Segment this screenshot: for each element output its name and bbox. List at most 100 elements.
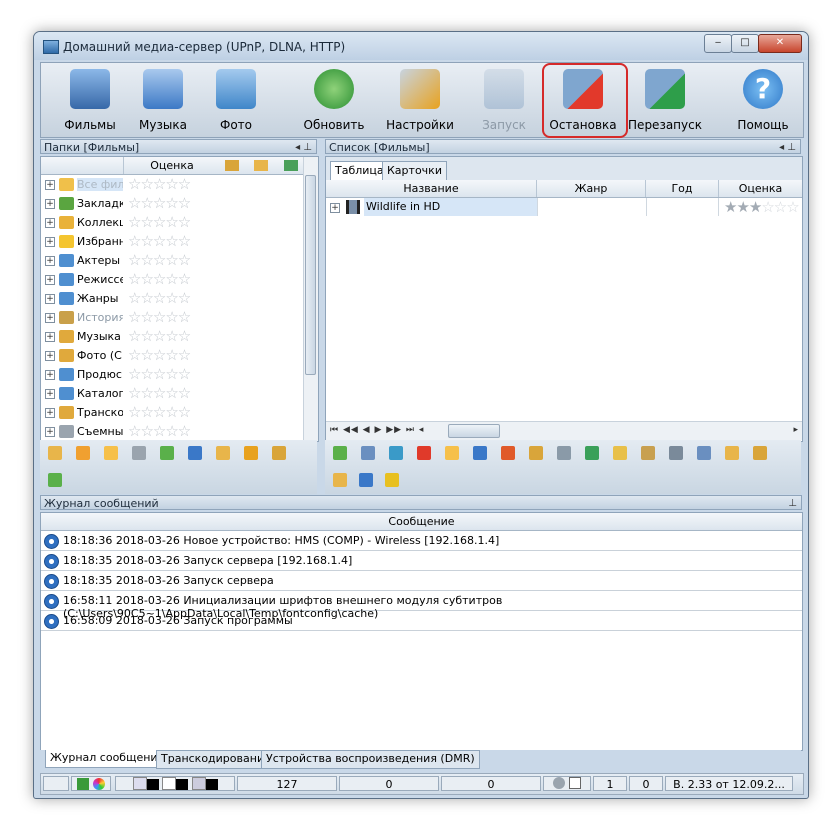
folder-tool-icon[interactable] bbox=[132, 446, 146, 460]
start-button[interactable]: Запуск bbox=[469, 63, 539, 135]
folder-tool-icon[interactable] bbox=[76, 446, 90, 460]
tree-item[interactable]: + Музыка ☆☆☆☆☆ bbox=[41, 327, 318, 346]
tree-item[interactable]: + Актеры ☆☆☆☆☆ bbox=[41, 251, 318, 270]
rating-stars[interactable]: ☆☆☆☆☆ bbox=[128, 347, 191, 364]
log-pin-icon[interactable]: ⊥ bbox=[788, 496, 797, 511]
list-tool-icon[interactable] bbox=[529, 446, 543, 460]
save-icon[interactable] bbox=[359, 473, 373, 487]
record-navigator[interactable]: ⏮ ◀◀ ◀ ▶ ▶▶ ⏭ ◂ bbox=[330, 425, 424, 435]
folder-tool-icon[interactable] bbox=[48, 446, 62, 460]
rating-stars[interactable]: ☆☆☆☆☆ bbox=[128, 404, 191, 421]
list-tool-icon[interactable] bbox=[585, 446, 599, 460]
tree-item[interactable]: + Съемны ☆☆☆☆☆ bbox=[41, 422, 318, 441]
tree-item[interactable]: + Транско ☆☆☆☆☆ bbox=[41, 403, 318, 422]
sort-tool-icon[interactable] bbox=[333, 473, 347, 487]
maximize-button[interactable]: □ bbox=[731, 34, 759, 53]
expand-icon[interactable]: + bbox=[45, 427, 55, 437]
folders-vertical-scrollbar[interactable] bbox=[303, 157, 318, 441]
list-tool-icon[interactable] bbox=[753, 446, 767, 460]
restart-button[interactable]: Перезапуск bbox=[625, 63, 705, 135]
list-tool-icon[interactable] bbox=[641, 446, 655, 460]
tree-item[interactable]: + Фото (С ☆☆☆☆☆ bbox=[41, 346, 318, 365]
folder-tool-icon[interactable] bbox=[216, 446, 230, 460]
photo-button[interactable]: Фото bbox=[201, 63, 271, 135]
expand-icon[interactable]: + bbox=[45, 218, 55, 228]
tree-item[interactable]: + Продюс ☆☆☆☆☆ bbox=[41, 365, 318, 384]
expand-icon[interactable]: + bbox=[45, 275, 55, 285]
expand-icon[interactable]: + bbox=[45, 370, 55, 380]
tree-item[interactable]: + Все фил ☆☆☆☆☆ bbox=[41, 175, 318, 194]
folder-tool-icon[interactable] bbox=[188, 446, 202, 460]
tree-item[interactable]: + Жанры ☆☆☆☆☆ bbox=[41, 289, 318, 308]
expand-icon[interactable]: + bbox=[45, 351, 55, 361]
list-pin-icon[interactable]: ◂ ⊥ bbox=[779, 140, 796, 155]
rating-stars[interactable]: ☆☆☆☆☆ bbox=[128, 233, 191, 250]
movie-rating-stars[interactable]: ★★★☆☆☆ bbox=[724, 198, 800, 216]
rating-stars[interactable]: ☆☆☆☆☆ bbox=[128, 271, 191, 288]
list-tool-icon[interactable] bbox=[361, 446, 375, 460]
list-tool-icon[interactable] bbox=[697, 446, 711, 460]
folder-tool-icon[interactable] bbox=[160, 446, 174, 460]
rating-stars[interactable]: ☆☆☆☆☆ bbox=[128, 214, 191, 231]
expand-icon[interactable]: + bbox=[45, 294, 55, 304]
column-genre[interactable]: Жанр bbox=[537, 182, 645, 195]
palm-icon[interactable] bbox=[48, 473, 62, 487]
expand-icon[interactable]: + bbox=[45, 313, 55, 323]
rating-stars[interactable]: ☆☆☆☆☆ bbox=[128, 252, 191, 269]
tree-item[interactable]: + Избранн ☆☆☆☆☆ bbox=[41, 232, 318, 251]
log-row[interactable]: 18:18:35 2018-03-26 Запуск сервера [192.… bbox=[41, 551, 802, 571]
list-scroll-thumb[interactable] bbox=[448, 424, 500, 438]
minimize-button[interactable]: ‒ bbox=[704, 34, 732, 53]
list-tool-icon[interactable] bbox=[445, 446, 459, 460]
title-bar[interactable]: Домашний медиа-сервер (UPnP, DLNA, HTTP)… bbox=[34, 32, 808, 60]
tree-item[interactable]: + Режиссе ☆☆☆☆☆ bbox=[41, 270, 318, 289]
status-icons[interactable] bbox=[71, 776, 111, 791]
rating-stars[interactable]: ☆☆☆☆☆ bbox=[128, 176, 191, 193]
folder-tool-icon[interactable] bbox=[272, 446, 286, 460]
column-year[interactable]: Год bbox=[646, 182, 718, 195]
expand-icon[interactable]: + bbox=[45, 199, 55, 209]
expand-icon[interactable]: + bbox=[45, 180, 55, 190]
folder-tool-icon[interactable] bbox=[104, 446, 118, 460]
rating-stars[interactable]: ☆☆☆☆☆ bbox=[128, 290, 191, 307]
log-row[interactable]: 16:58:11 2018-03-26 Инициализации шрифто… bbox=[41, 591, 802, 620]
help-button[interactable]: ? Помощь bbox=[723, 63, 803, 135]
column-name[interactable]: Название bbox=[326, 182, 536, 195]
list-tool-icon[interactable] bbox=[333, 446, 347, 460]
tree-item[interactable]: + Закладк ☆☆☆☆☆ bbox=[41, 194, 318, 213]
expand-icon[interactable]: + bbox=[45, 389, 55, 399]
expand-icon[interactable]: + bbox=[45, 408, 55, 418]
folders-pin-icon[interactable]: ◂ ⊥ bbox=[295, 140, 312, 155]
expand-icon[interactable]: + bbox=[330, 203, 340, 213]
tab-cards[interactable]: Карточки bbox=[382, 161, 447, 180]
rating-column-header[interactable]: Оценка bbox=[124, 159, 220, 172]
tree-item[interactable]: + Коллекц ☆☆☆☆☆ bbox=[41, 213, 318, 232]
table-row[interactable]: + Wildlife in HD ★★★☆☆☆ bbox=[326, 198, 802, 217]
list-tool-icon[interactable] bbox=[389, 446, 403, 460]
tab-table[interactable]: Таблица bbox=[330, 161, 389, 180]
sort-icon[interactable] bbox=[225, 160, 239, 171]
key-icon[interactable] bbox=[254, 160, 268, 171]
rating-stars[interactable]: ☆☆☆☆☆ bbox=[128, 195, 191, 212]
movies-button[interactable]: Фильмы bbox=[55, 63, 125, 135]
refresh-button[interactable]: Обновить bbox=[294, 63, 374, 135]
tab-transcoding[interactable]: Транскодирование bbox=[156, 750, 276, 769]
expand-icon[interactable]: + bbox=[45, 332, 55, 342]
expand-icon[interactable]: + bbox=[45, 237, 55, 247]
log-row[interactable]: 18:18:36 2018-03-26 Новое устройство: HM… bbox=[41, 531, 802, 551]
scroll-right-arrow[interactable]: ▸ bbox=[793, 425, 798, 435]
expand-icon[interactable]: + bbox=[45, 256, 55, 266]
rating-stars[interactable]: ☆☆☆☆☆ bbox=[128, 385, 191, 402]
rating-stars[interactable]: ☆☆☆☆☆ bbox=[128, 328, 191, 345]
music-button[interactable]: Музыка bbox=[128, 63, 198, 135]
tree-item[interactable]: + История ☆☆☆☆☆ bbox=[41, 308, 318, 327]
tab-message-log[interactable]: Журнал сообщений bbox=[45, 750, 170, 768]
tab-dmr-devices[interactable]: Устройства воспроизведения (DMR) bbox=[261, 750, 480, 769]
list-tool-icon[interactable] bbox=[473, 446, 487, 460]
log-row[interactable]: 16:58:09 2018-03-26 Запуск программы bbox=[41, 611, 802, 631]
log-row[interactable]: 18:18:35 2018-03-26 Запуск сервера bbox=[41, 571, 802, 591]
rating-stars[interactable]: ☆☆☆☆☆ bbox=[128, 423, 191, 440]
folder-tool-icon[interactable] bbox=[244, 446, 258, 460]
list-horizontal-scrollbar[interactable]: ⏮ ◀◀ ◀ ▶ ▶▶ ⏭ ◂ ▸ bbox=[326, 421, 802, 440]
tree-item[interactable]: + Каталог ☆☆☆☆☆ bbox=[41, 384, 318, 403]
